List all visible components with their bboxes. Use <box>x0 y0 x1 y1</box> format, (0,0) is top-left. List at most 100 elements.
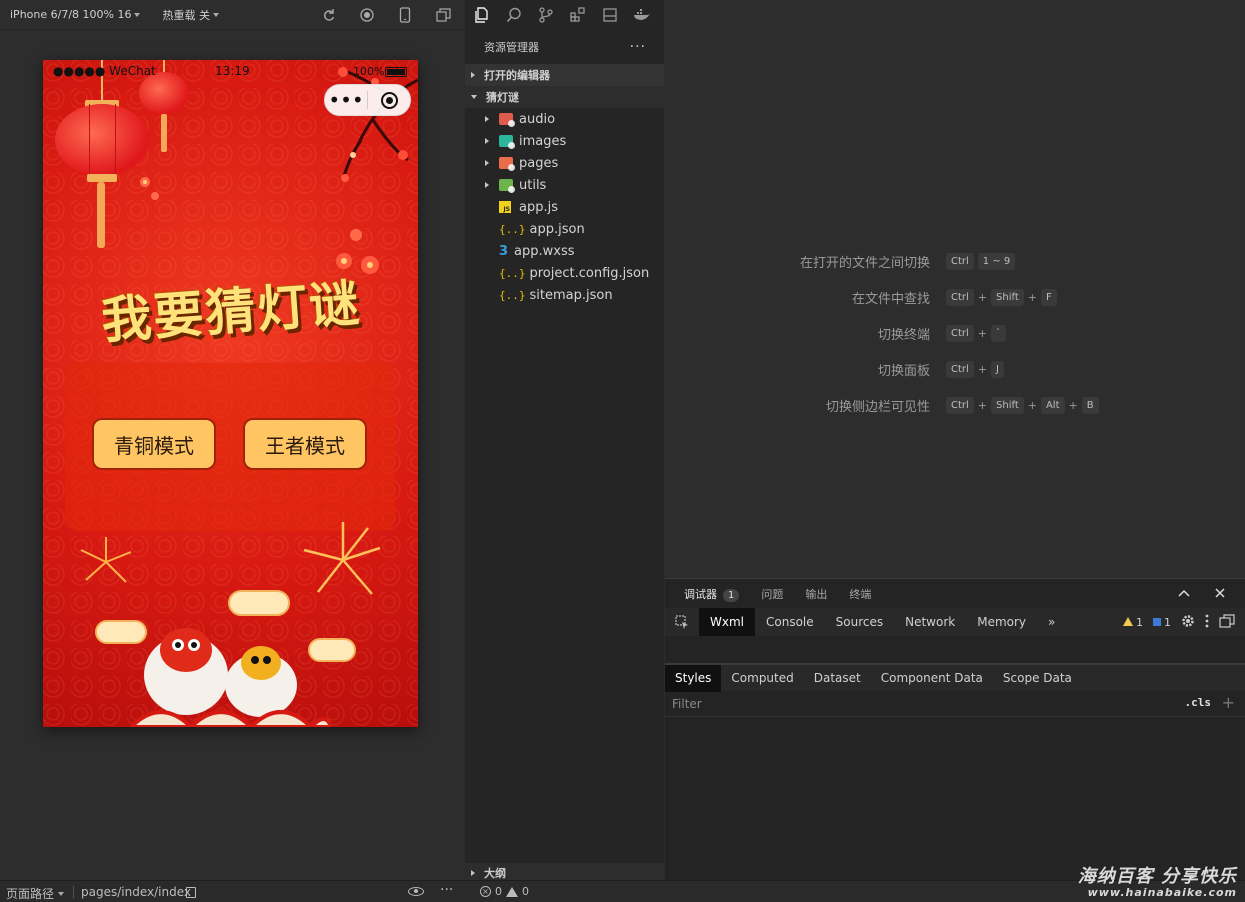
project-section[interactable]: 猜灯谜 <box>465 86 664 108</box>
chevron-right-icon <box>485 160 489 166</box>
explorer-icon[interactable] <box>473 6 491 24</box>
debugger-panel: 调试器 1 问题 输出 终端 Wxml Console Sources Netwo… <box>665 578 1245 880</box>
folder-utils[interactable]: utils <box>465 174 664 196</box>
tab-output[interactable]: 输出 <box>805 586 827 602</box>
phone-icon[interactable] <box>396 6 414 24</box>
status-bar: 页面路径 pages/index/index ··· × 0 0 <box>0 880 1245 902</box>
dock-side-icon[interactable] <box>1219 614 1235 631</box>
phone-screen: ●●●●● WeChat 13:19 100% ••• 我要猜灯谜 青铜模式 王… <box>43 60 418 727</box>
cls-toggle-button[interactable]: .cls <box>1185 696 1212 709</box>
shortcut-label: 切换面板 <box>877 363 930 379</box>
messages-count: 1 <box>1164 616 1171 629</box>
refresh-icon[interactable] <box>320 6 338 24</box>
signal-indicator: ●●●●● WeChat <box>53 64 156 78</box>
shortcut-row: 切换侧边栏可见性 Ctrl + Shift + Alt + B <box>665 395 1245 415</box>
flower-decoration <box>140 177 159 200</box>
capsule-close-button[interactable] <box>368 91 410 109</box>
folder-pages[interactable]: pages <box>465 152 664 174</box>
page-path-select[interactable]: 页面路径 <box>6 885 65 902</box>
folder-icon <box>499 179 515 193</box>
problems-summary[interactable]: × 0 0 <box>480 885 529 898</box>
docker-icon[interactable] <box>633 6 651 24</box>
copy-icon[interactable] <box>186 887 196 898</box>
tab-network[interactable]: Network <box>894 608 966 636</box>
capsule-more-button[interactable]: ••• <box>325 86 367 114</box>
tab-scope-data[interactable]: Scope Data <box>993 665 1082 692</box>
tree-item-label: sitemap.json <box>529 287 613 303</box>
tab-styles[interactable]: Styles <box>665 664 722 692</box>
warnings-counter[interactable]: 1 <box>1123 616 1143 629</box>
watermark: 海纳百客 分享快乐 www.hainabaike.com <box>1078 862 1237 899</box>
device-select[interactable]: iPhone 6/7/8 100% 16 <box>10 8 141 21</box>
open-editors-label: 打开的编辑器 <box>484 69 550 82</box>
tab-terminal[interactable]: 终端 <box>849 586 871 602</box>
shortcut-label: 在打开的文件之间切换 <box>799 255 930 271</box>
wxml-tree-area <box>665 636 1245 664</box>
css-file-icon: 3 <box>499 243 509 259</box>
editor-welcome-area: 在打开的文件之间切换 Ctrl 1 ~ 9 在文件中查找 Ctrl + Shift… <box>665 0 1245 578</box>
file-app-wxss[interactable]: 3 app.wxss <box>465 240 664 262</box>
storage-icon[interactable] <box>601 6 619 24</box>
explorer-more-button[interactable]: ··· <box>630 39 646 55</box>
eye-icon[interactable] <box>408 887 424 896</box>
tab-debugger[interactable]: 调试器 1 <box>684 586 740 602</box>
file-app-json[interactable]: {..} app.json <box>465 218 664 240</box>
chevron-down-icon <box>212 12 219 17</box>
tab-dataset[interactable]: Dataset <box>804 665 871 692</box>
file-sitemap-json[interactable]: {..} sitemap.json <box>465 284 664 306</box>
tree-item-label: app.wxss <box>514 243 575 259</box>
tab-memory[interactable]: Memory <box>966 608 1037 636</box>
chevron-right-icon <box>485 182 489 188</box>
key-cap: F <box>1040 288 1057 306</box>
bottom-panel-tabs: 调试器 1 问题 输出 终端 <box>665 578 1245 608</box>
project-name: 猜灯谜 <box>486 91 519 104</box>
key-cap: Ctrl <box>946 288 974 306</box>
error-icon: × <box>480 886 491 897</box>
filter-input[interactable]: Filter <box>672 697 702 711</box>
extensions-icon[interactable] <box>569 6 587 24</box>
king-mode-button[interactable]: 王者模式 <box>243 418 367 470</box>
hot-reload-label: 热重载 关 <box>162 8 210 22</box>
detach-window-icon[interactable] <box>434 6 452 24</box>
add-style-rule-button[interactable]: + <box>1222 693 1235 712</box>
message-icon <box>1153 618 1161 626</box>
tab-wxml[interactable]: Wxml <box>699 608 755 636</box>
close-icon[interactable] <box>1213 586 1227 600</box>
key-cap: Alt <box>1040 396 1065 414</box>
hot-reload-select[interactable]: 热重载 关 <box>162 7 219 23</box>
chevron-down-icon <box>58 891 65 896</box>
status-more-button[interactable]: ··· <box>440 882 453 898</box>
tab-sources[interactable]: Sources <box>825 608 894 636</box>
chevron-right-icon <box>471 870 475 876</box>
record-icon[interactable] <box>358 6 376 24</box>
messages-counter[interactable]: 1 <box>1153 616 1171 629</box>
bronze-mode-button[interactable]: 青铜模式 <box>92 418 216 470</box>
page-path-value: pages/index/index <box>81 885 191 899</box>
key-cap: 1 ~ 9 <box>977 252 1016 270</box>
open-editors-section[interactable]: 打开的编辑器 <box>465 64 664 86</box>
device-select-label: iPhone 6/7/8 100% 16 <box>10 8 132 21</box>
shortcut-row: 切换终端 Ctrl + ` <box>665 323 1245 343</box>
chevron-up-icon[interactable] <box>1177 586 1191 600</box>
tab-computed[interactable]: Computed <box>721 665 803 692</box>
tab-console[interactable]: Console <box>755 608 825 636</box>
kebab-menu-icon[interactable] <box>1205 614 1209 631</box>
folder-audio[interactable]: audio <box>465 108 664 130</box>
inspect-element-icon[interactable] <box>665 615 699 629</box>
js-file-icon: JS <box>499 201 511 213</box>
shortcut-label: 在文件中查找 <box>851 291 930 307</box>
file-app-js[interactable]: JS app.js <box>465 196 664 218</box>
settings-gear-icon[interactable] <box>1181 614 1195 631</box>
more-tabs-button[interactable]: » <box>1037 608 1066 636</box>
tab-component-data[interactable]: Component Data <box>871 665 993 692</box>
search-icon[interactable] <box>505 6 523 24</box>
source-control-icon[interactable] <box>537 6 555 24</box>
tree-item-label: app.js <box>519 199 558 215</box>
tab-problems[interactable]: 问题 <box>761 586 783 602</box>
status-time: 13:19 <box>215 64 250 78</box>
file-project-config-json[interactable]: {..} project.config.json <box>465 262 664 284</box>
folder-images[interactable]: images <box>465 130 664 152</box>
count-badge: 1 <box>723 588 740 602</box>
chevron-right-icon <box>471 72 475 78</box>
divider <box>73 886 74 898</box>
